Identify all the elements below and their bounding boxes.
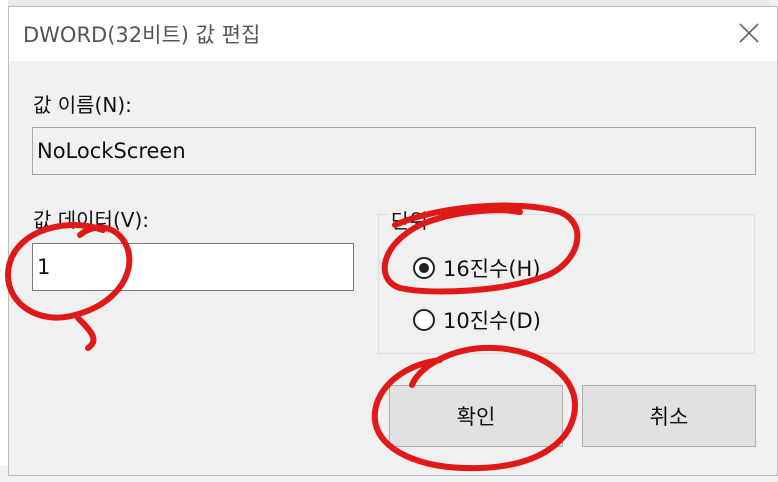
radio-decimal-label: 10진수(D) (443, 309, 541, 333)
close-icon (739, 23, 759, 43)
radio-decimal-indicator[interactable] (413, 309, 435, 331)
value-data-label: 값 데이터(V): (33, 208, 149, 232)
edit-dword-dialog: DWORD(32비트) 값 편집 값 이름(N): NoLockScreen 값… (8, 6, 778, 476)
ok-button[interactable]: 확인 (389, 385, 563, 447)
radio-decimal[interactable]: 10진수(D) (413, 305, 541, 335)
close-button[interactable] (727, 11, 771, 55)
base-group-label: 단위 (388, 205, 431, 234)
value-name-label: 값 이름(N): (33, 93, 132, 117)
value-data-input[interactable]: 1 (32, 243, 354, 291)
radio-hexadecimal-indicator[interactable] (413, 257, 435, 279)
value-name-field[interactable]: NoLockScreen (32, 127, 756, 175)
radio-hexadecimal[interactable]: 16진수(H) (413, 253, 541, 283)
radio-hexadecimal-label: 16진수(H) (443, 257, 541, 281)
dialog-title: DWORD(32비트) 값 편집 (23, 23, 261, 47)
title-bar: DWORD(32비트) 값 편집 (9, 7, 777, 61)
cancel-button[interactable]: 취소 (582, 385, 756, 447)
